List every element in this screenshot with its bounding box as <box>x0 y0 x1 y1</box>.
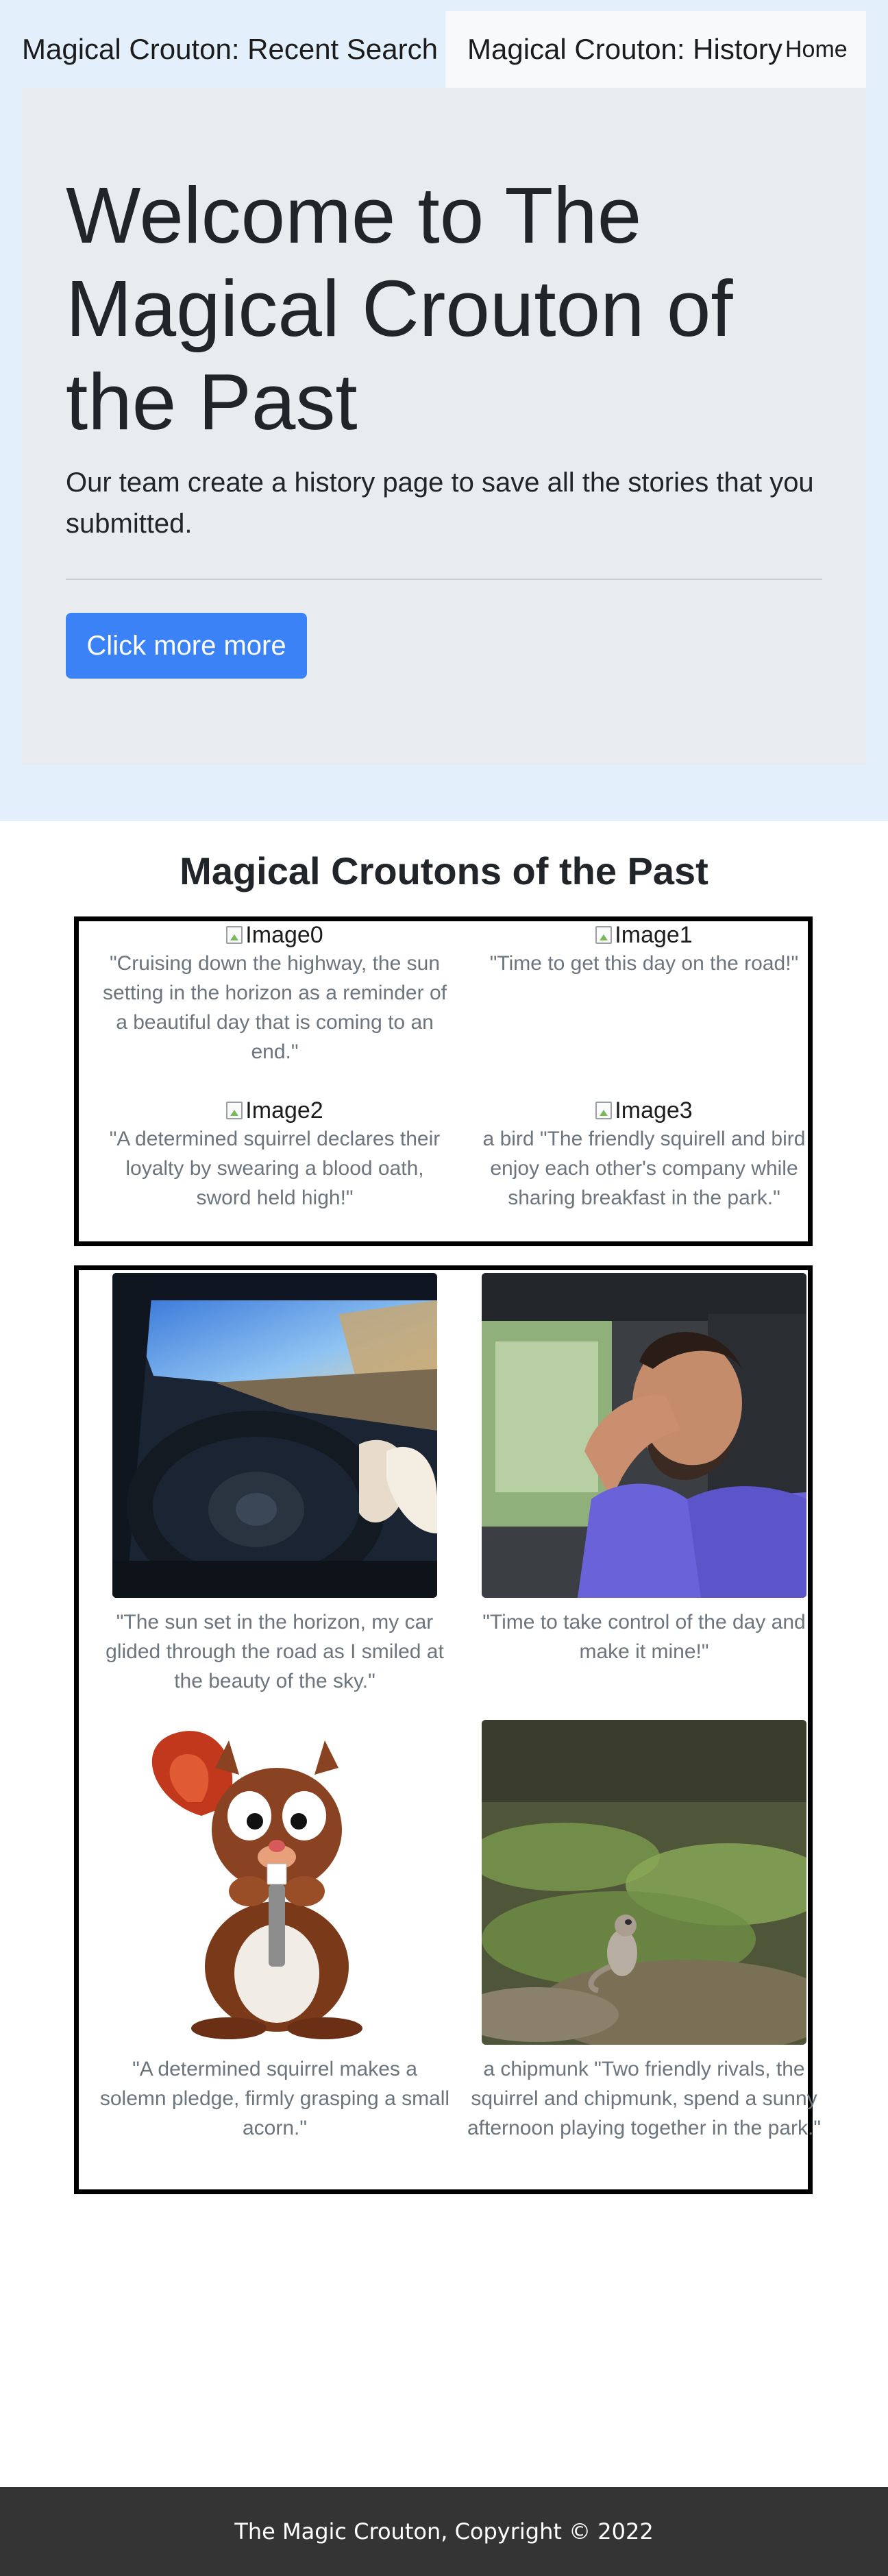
card-caption: a chipmunk "Two friendly rivals, the squ… <box>467 2058 821 2139</box>
gallery-card: Image2 "A determined squirrel declares t… <box>97 1097 453 1213</box>
image-placeholder-icon <box>595 1102 613 1119</box>
card-caption: a bird "The friendly squirell and bird e… <box>482 1128 806 1209</box>
gallery-card: "Time to take control of the day and mak… <box>466 1273 822 1666</box>
broken-image-icon[interactable]: Image2 <box>226 1097 323 1124</box>
nav-link-history[interactable]: Magical Crouton: History <box>467 33 782 66</box>
gallery-card: "A determined squirrel makes a solemn pl… <box>97 1720 453 2143</box>
nav-brand-recent-search[interactable]: Magical Crouton: Recent Search <box>22 33 438 66</box>
nav-menu: Magical Crouton: History Home <box>445 11 866 88</box>
footer: The Magic Crouton, Copyright © 2022 <box>0 2487 888 2576</box>
card-caption: "A determined squirrel declares their lo… <box>109 1128 441 1209</box>
image-alt-text: Image2 <box>245 1097 323 1123</box>
gallery-card: "The sun set in the horizon, my car glid… <box>97 1273 453 1696</box>
broken-image-gallery: Image0 "Cruising down the highway, the s… <box>74 916 813 1246</box>
jumbotron-divider <box>66 579 822 580</box>
card-caption: "Time to take control of the day and mak… <box>482 1611 806 1663</box>
card-caption: "Time to get this day on the road!" <box>489 952 799 975</box>
image-placeholder-icon <box>226 926 243 944</box>
card-caption: "The sun set in the horizon, my car glid… <box>106 1611 444 1692</box>
cartoon-squirrel-photo[interactable] <box>112 1720 437 2045</box>
broken-image-icon[interactable]: Image3 <box>595 1097 693 1124</box>
nav-link-home[interactable]: Home <box>785 36 848 63</box>
footer-copyright: The Magic Crouton, Copyright © 2022 <box>234 2518 654 2544</box>
car-dashboard-photo[interactable] <box>112 1273 437 1598</box>
jumbotron: Welcome to The Magical Crouton of the Pa… <box>22 88 866 765</box>
gallery-card: Image1 "Time to get this day on the road… <box>466 921 822 978</box>
gallery-card: Image3 a bird "The friendly squirell and… <box>466 1097 822 1213</box>
jumbotron-lead: Our team create a history page to save a… <box>66 467 814 539</box>
broken-image-icon[interactable]: Image0 <box>226 921 323 949</box>
card-caption: "Cruising down the highway, the sun sett… <box>103 952 447 1063</box>
card-caption: "A determined squirrel makes a solemn pl… <box>99 2058 450 2139</box>
gallery-title: Magical Croutons of the Past <box>180 849 708 892</box>
tired-driver-photo[interactable] <box>482 1273 806 1598</box>
gallery-card: Image0 "Cruising down the highway, the s… <box>97 921 453 1067</box>
image-alt-text: Image3 <box>615 1097 693 1123</box>
chipmunk-photo[interactable] <box>482 1720 806 2045</box>
image-alt-text: Image0 <box>245 922 323 948</box>
image-placeholder-icon <box>595 926 613 944</box>
photo-gallery: "The sun set in the horizon, my car glid… <box>74 1265 821 2194</box>
image-placeholder-icon <box>226 1102 243 1119</box>
click-more-button[interactable]: Click more more <box>66 613 307 679</box>
broken-image-icon[interactable]: Image1 <box>595 921 693 949</box>
image-alt-text: Image1 <box>615 922 693 948</box>
jumbotron-title: Welcome to The Magical Crouton of the Pa… <box>66 171 733 446</box>
top-banner: Magical Crouton: Recent Search Magical C… <box>0 0 888 821</box>
gallery-card: a chipmunk "Two friendly rivals, the squ… <box>466 1720 822 2143</box>
